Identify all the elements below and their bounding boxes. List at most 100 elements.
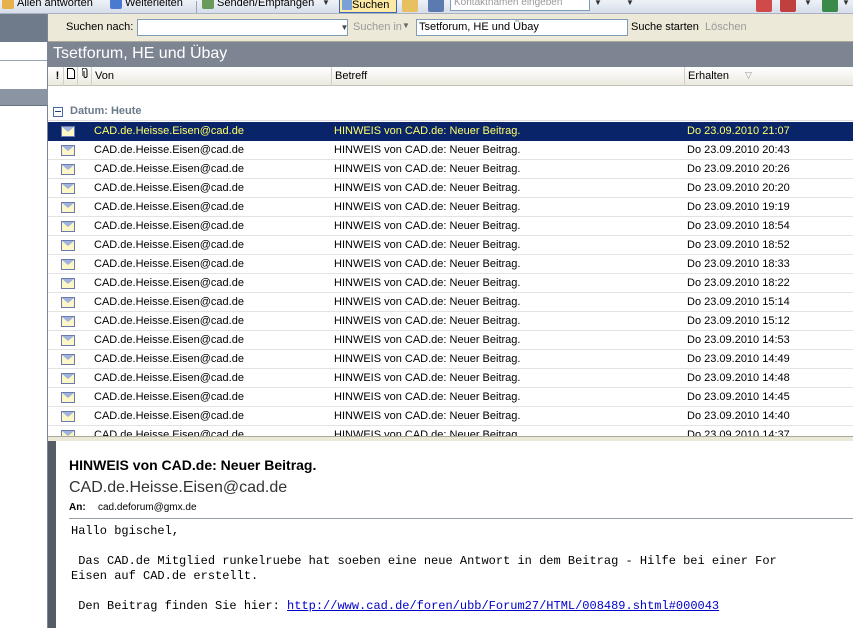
body-line: Das CAD.de Mitglied runkelruebe hat soeb… xyxy=(71,554,777,568)
send-receive-icon xyxy=(202,0,214,9)
post-link[interactable]: http://www.cad.de/foren/ubb/Forum27/HTML… xyxy=(287,599,719,613)
junk-dropdown[interactable]: ▼ xyxy=(802,0,814,11)
message-row[interactable]: CAD.de.Heisse.Eisen@cad.de HINWEIS von CA… xyxy=(48,274,853,293)
document-icon xyxy=(67,68,75,79)
folder-icon[interactable] xyxy=(402,0,418,12)
message-from: CAD.de.Heisse.Eisen@cad.de xyxy=(94,220,244,232)
message-subject-cell: HINWEIS von CAD.de: Neuer Beitrag. xyxy=(334,391,521,403)
message-row[interactable]: CAD.de.Heisse.Eisen@cad.de HINWEIS von CA… xyxy=(48,122,853,141)
message-row[interactable]: CAD.de.Heisse.Eisen@cad.de HINWEIS von CA… xyxy=(48,407,853,426)
reply-all-icon xyxy=(2,0,14,9)
column-attachment[interactable] xyxy=(77,67,90,86)
message-received: Do 23.09.2010 18:52 xyxy=(687,239,790,251)
chevron-down-icon: ▼ xyxy=(402,21,410,30)
message-row[interactable]: CAD.de.Heisse.Eisen@cad.de HINWEIS von CA… xyxy=(48,312,853,331)
message-from: CAD.de.Heisse.Eisen@cad.de xyxy=(94,429,244,436)
paperclip-icon xyxy=(81,67,87,78)
search-history-dropdown[interactable]: ▼ xyxy=(338,19,351,36)
search-toggle-button[interactable]: Suchen xyxy=(339,0,397,13)
group-label: Datum: Heute xyxy=(70,105,142,117)
clear-search-button[interactable]: Löschen xyxy=(705,21,747,33)
message-from: CAD.de.Heisse.Eisen@cad.de xyxy=(94,239,244,251)
message-from: CAD.de.Heisse.Eisen@cad.de xyxy=(94,410,244,422)
send-receive-button[interactable]: Senden/Empfangen xyxy=(202,0,314,11)
toolbar-divider xyxy=(196,1,197,13)
rules-dropdown[interactable]: ▼ xyxy=(840,0,852,11)
message-subject-cell: HINWEIS von CAD.de: Neuer Beitrag. xyxy=(334,277,521,289)
forward-icon xyxy=(110,0,122,9)
message-row[interactable]: CAD.de.Heisse.Eisen@cad.de HINWEIS von CA… xyxy=(48,198,853,217)
message-from: CAD.de.Heisse.Eisen@cad.de xyxy=(94,277,244,289)
instant-search-bar: Suchen nach: ▼ Suchen in ▼ Tsetforum, HE… xyxy=(48,14,853,42)
column-icon[interactable] xyxy=(63,67,76,86)
group-header[interactable]: Datum: Heute xyxy=(48,103,853,121)
column-from[interactable]: Von xyxy=(91,67,331,86)
message-received: Do 23.09.2010 20:43 xyxy=(687,144,790,156)
message-received: Do 23.09.2010 14:53 xyxy=(687,334,790,346)
delete-icon[interactable] xyxy=(756,0,772,12)
message-received: Do 23.09.2010 19:19 xyxy=(687,201,790,213)
message-from: CAD.de.Heisse.Eisen@cad.de xyxy=(94,353,244,365)
message-row[interactable]: CAD.de.Heisse.Eisen@cad.de HINWEIS von CA… xyxy=(48,179,853,198)
search-scope-field[interactable]: Tsetforum, HE und Übay xyxy=(416,19,628,36)
message-received: Do 23.09.2010 14:37 xyxy=(687,429,790,436)
column-received[interactable]: Erhalten xyxy=(684,67,853,86)
envelope-icon xyxy=(61,354,75,365)
column-subject[interactable]: Betreff xyxy=(331,67,684,86)
message-subject-cell: HINWEIS von CAD.de: Neuer Beitrag. xyxy=(334,239,521,251)
message-subject-cell: HINWEIS von CAD.de: Neuer Beitrag. xyxy=(334,334,521,346)
search-in-button[interactable]: Suchen in xyxy=(353,21,402,33)
message-row[interactable]: CAD.de.Heisse.Eisen@cad.de HINWEIS von CA… xyxy=(48,160,853,179)
message-row[interactable]: CAD.de.Heisse.Eisen@cad.de HINWEIS von CA… xyxy=(48,293,853,312)
junk-icon[interactable] xyxy=(780,0,796,12)
search-input[interactable] xyxy=(137,19,348,36)
message-sender[interactable]: CAD.de.Heisse.Eisen@cad.de xyxy=(69,479,287,497)
message-row[interactable]: CAD.de.Heisse.Eisen@cad.de HINWEIS von CA… xyxy=(48,255,853,274)
folder-title: Tsetforum, HE und Übay xyxy=(53,45,228,62)
navigation-divider xyxy=(0,105,48,106)
message-row[interactable]: CAD.de.Heisse.Eisen@cad.de HINWEIS von CA… xyxy=(48,217,853,236)
rules-icon[interactable] xyxy=(822,0,838,12)
contact-search-field[interactable]: Kontaktnamen eingeben xyxy=(450,0,590,11)
navigation-section-band[interactable] xyxy=(0,89,48,105)
message-row[interactable]: CAD.de.Heisse.Eisen@cad.de HINWEIS von CA… xyxy=(48,141,853,160)
message-received: Do 23.09.2010 14:45 xyxy=(687,391,790,403)
message-row[interactable]: CAD.de.Heisse.Eisen@cad.de HINWEIS von CA… xyxy=(48,388,853,407)
message-recipient[interactable]: cad.deforum@gmx.de xyxy=(98,502,197,513)
message-from: CAD.de.Heisse.Eisen@cad.de xyxy=(94,372,244,384)
message-subject-cell: HINWEIS von CAD.de: Neuer Beitrag. xyxy=(334,163,521,175)
folder-title-bar: Tsetforum, HE und Übay xyxy=(48,42,853,67)
forward-button[interactable]: Weiterleiten xyxy=(110,0,183,11)
send-receive-dropdown[interactable]: ▼ xyxy=(320,0,332,11)
column-importance[interactable]: ! xyxy=(50,67,63,86)
help-dropdown[interactable]: ▼ xyxy=(624,0,636,11)
start-search-button[interactable]: Suche starten xyxy=(631,21,699,33)
navigation-pane-header xyxy=(0,14,47,42)
collapse-icon[interactable] xyxy=(53,107,63,117)
envelope-icon xyxy=(61,164,75,175)
message-row[interactable]: CAD.de.Heisse.Eisen@cad.de HINWEIS von CA… xyxy=(48,369,853,388)
message-row[interactable]: CAD.de.Heisse.Eisen@cad.de HINWEIS von CA… xyxy=(48,236,853,255)
message-received: Do 23.09.2010 18:33 xyxy=(687,258,790,270)
message-from: CAD.de.Heisse.Eisen@cad.de xyxy=(94,201,244,213)
contact-search-dropdown[interactable]: ▼ xyxy=(592,0,604,11)
message-row[interactable]: CAD.de.Heisse.Eisen@cad.de HINWEIS von CA… xyxy=(48,426,853,436)
address-book-icon[interactable] xyxy=(428,0,444,12)
envelope-icon xyxy=(61,202,75,213)
message-row[interactable]: CAD.de.Heisse.Eisen@cad.de HINWEIS von CA… xyxy=(48,331,853,350)
body-line: Eisen auf CAD.de erstellt. xyxy=(71,569,259,583)
message-received: Do 23.09.2010 21:07 xyxy=(687,125,790,137)
message-received: Do 23.09.2010 20:26 xyxy=(687,163,790,175)
message-subject-cell: HINWEIS von CAD.de: Neuer Beitrag. xyxy=(334,258,521,270)
message-from: CAD.de.Heisse.Eisen@cad.de xyxy=(94,125,244,137)
message-received: Do 23.09.2010 14:48 xyxy=(687,372,790,384)
message-row[interactable]: CAD.de.Heisse.Eisen@cad.de HINWEIS von CA… xyxy=(48,350,853,369)
message-from: CAD.de.Heisse.Eisen@cad.de xyxy=(94,182,244,194)
message-subject-cell: HINWEIS von CAD.de: Neuer Beitrag. xyxy=(334,201,521,213)
message-subject-cell: HINWEIS von CAD.de: Neuer Beitrag. xyxy=(334,144,521,156)
search-icon xyxy=(342,0,352,10)
message-from: CAD.de.Heisse.Eisen@cad.de xyxy=(94,144,244,156)
reply-all-button[interactable]: Allen antworten xyxy=(2,0,93,11)
navigation-divider xyxy=(0,60,47,61)
message-subject-cell: HINWEIS von CAD.de: Neuer Beitrag. xyxy=(334,182,521,194)
